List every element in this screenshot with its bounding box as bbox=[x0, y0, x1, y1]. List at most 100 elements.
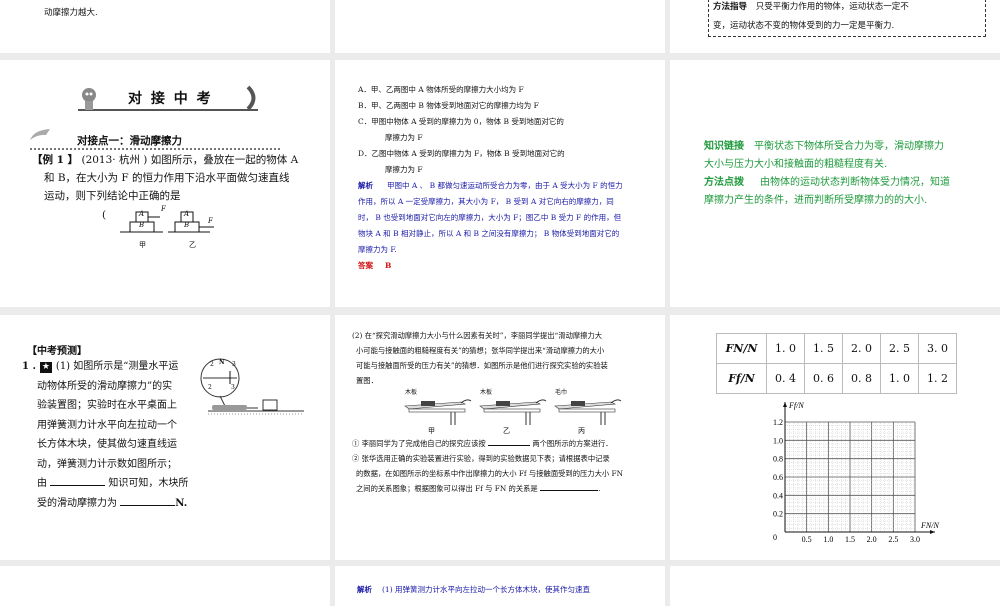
coordinate-chart: 0.5 1.0 1.5 2.0 2.5 3.0 0.2 0.4 0.6 0.8 1.0 1.2 0 FN/… bbox=[773, 401, 939, 544]
blocks-figure bbox=[120, 211, 214, 233]
question-2-text: (2) 在“探究滑动摩擦力大小与什么因素有关时”，李丽同学提出“滑动摩擦力大 小… bbox=[352, 328, 662, 388]
figure-caption: 乙 bbox=[503, 427, 510, 435]
figure-caption: 丙 bbox=[578, 427, 585, 435]
gauge-unit: N bbox=[219, 359, 225, 366]
question-line: 小可能与接触面的粗糙程度有关”的猜想；张华同学提出来“滑动摩擦力的大小 bbox=[356, 346, 605, 355]
option-c: C．甲图中物体 A 受到的摩擦力为 0，物体 B 受到地面对它的 bbox=[358, 117, 564, 126]
method-text: 由物体的运动状态判断物体受力情况，知道 bbox=[760, 177, 950, 188]
question-line: 受的滑动摩擦力为 bbox=[37, 497, 117, 509]
section-title: 【中考预测】 bbox=[27, 346, 87, 357]
question-line: (2) 在“探究滑动摩擦力大小与什么因素有关时”，李丽同学提出“滑动摩擦力大 bbox=[352, 331, 603, 340]
table-row: Ff/N 0. 4 0. 6 0. 8 1. 0 1. 2 bbox=[716, 363, 957, 394]
example-text: 【例 1 】 (2013· 杭州 ) 如图所示，叠放在一起的物体 A 和 B，在… bbox=[32, 151, 322, 205]
analysis-line: 时， B 也受到地面对它向左的摩擦力，大小为 F；图乙中 B 受力 F 的作用，… bbox=[358, 213, 622, 222]
slide-9[interactable]: FN/N 1. 0 1. 5 2. 0 2. 5 3. 0 Ff/N 0. 4 0. 6 0. … bbox=[670, 315, 1000, 560]
gauge-tick: 2 bbox=[208, 384, 212, 391]
x-tick-label: 3.0 bbox=[910, 535, 920, 544]
sub-questions: ① 李丽同学为了完成他自己的探究应该按 两个图所示的方案进行． ② 张华选用正确… bbox=[352, 436, 662, 496]
knowledge-text: 平衡状态下物体所受合力为零，滑动摩擦力 bbox=[754, 141, 944, 152]
question-line: 置图． bbox=[356, 376, 378, 385]
fig-label: F bbox=[161, 205, 166, 213]
slide-5[interactable]: A．甲、乙两图中 A 物体所受的摩擦力大小均为 F B．甲、乙两图中 B 物体受… bbox=[335, 60, 665, 307]
example-line: (2013· 杭州 ) 如图所示，叠放在一起的物体 A bbox=[81, 154, 299, 166]
slide-10[interactable] bbox=[0, 566, 330, 606]
example-line: 运动，则下列结论中正确的是 bbox=[44, 190, 181, 202]
table-cell: 1. 5 bbox=[804, 333, 843, 364]
banner-curl-icon bbox=[246, 85, 256, 111]
option-d: D．乙图中物体 A 受到的摩擦力为 F，物体 B 受到地面对它的 bbox=[358, 149, 565, 158]
blank-1[interactable] bbox=[50, 476, 106, 486]
slide-11[interactable]: 解析 (1) 用弹簧测力计水平向左拉动一个长方体木块，使其作匀速直 bbox=[335, 566, 665, 606]
question-line: 之间的关系图象；根据图象可以得出 Ff 与 FN 的关系是 bbox=[356, 484, 538, 493]
row-header: Ff/N bbox=[716, 363, 767, 394]
x-tick-label: 1.5 bbox=[845, 535, 855, 544]
y-axis-label: Ff/N bbox=[788, 401, 804, 410]
knowledge-block: 知识链接 平衡状态下物体所受合力为零，滑动摩擦力 大小与压力大小和接触面的粗糙程度… bbox=[704, 138, 994, 210]
slide-6[interactable]: 知识链接 平衡状态下物体所受合力为零，滑动摩擦力 大小与压力大小和接触面的粗糙程度… bbox=[670, 60, 1000, 307]
surface-label: 木板 bbox=[405, 389, 418, 396]
slide-8[interactable]: (2) 在“探究滑动摩擦力大小与什么因素有关时”，李丽同学提出“滑动摩擦力大 小… bbox=[335, 315, 665, 560]
analysis-line: 摩擦力为 F. bbox=[358, 245, 397, 254]
star-icon: ★ bbox=[39, 362, 52, 373]
slide-7[interactable]: 【中考预测】 1 . ★ (1) 如图所示是“测量水平运 动物体所受的滑动摩擦力”的… bbox=[0, 315, 330, 560]
blank-3[interactable] bbox=[488, 438, 530, 446]
table-cell: 0. 4 bbox=[766, 363, 805, 394]
slide-2[interactable] bbox=[335, 0, 665, 53]
question-line: 动，弹簧测力计示数如图所示； bbox=[37, 458, 177, 470]
blank-4[interactable] bbox=[540, 483, 599, 491]
y-tick-label: 0.4 bbox=[773, 491, 783, 500]
option-d-cont: 摩擦力为 F bbox=[385, 165, 423, 174]
table-row: FN/N 1. 0 1. 5 2. 0 2. 5 3. 0 bbox=[716, 333, 957, 364]
spring-scale-figure bbox=[200, 358, 304, 415]
gauge-tick: 2 bbox=[210, 361, 214, 368]
surface-label: 木板 bbox=[480, 389, 493, 396]
method-guide-box: 方法指导 只受平衡力作用的物体，运动状态一定不 变，运动状态不变的物体受到的力一… bbox=[708, 0, 986, 37]
row-header: FN/N bbox=[716, 333, 767, 364]
option-c-cont: 摩擦力为 F bbox=[385, 133, 423, 142]
x-tick-label: 0.5 bbox=[802, 535, 812, 544]
x-tick-label: 1.0 bbox=[823, 535, 833, 544]
gauge-tick: 3 bbox=[231, 384, 235, 391]
question-line: 知识可知，木块所 bbox=[108, 478, 189, 489]
question-line: 用弹簧测力计水平向左拉动一个 bbox=[37, 419, 177, 431]
slide-4[interactable]: 对 接 中 考 对接点一：滑动摩擦力 【例 1 】 (2013· 杭州 ) 如图… bbox=[0, 60, 330, 307]
origin-label: 0 bbox=[773, 533, 777, 542]
table-cell: 3. 0 bbox=[918, 333, 957, 364]
analysis-label: 解析 bbox=[358, 181, 373, 190]
table-cell: 2. 5 bbox=[880, 333, 919, 364]
unit-text: N. bbox=[175, 497, 188, 509]
fig-label: F bbox=[208, 217, 213, 225]
slide-3[interactable]: 方法指导 只受平衡力作用的物体，运动状态一定不 变，运动状态不变的物体受到的力一… bbox=[670, 0, 1000, 53]
slide-1[interactable]: 动摩擦力越大. bbox=[0, 0, 330, 53]
question-line: 长方体木块，使其做匀速直线运 bbox=[37, 439, 177, 450]
fig-label: A bbox=[184, 210, 190, 218]
knowledge-text: 大小与压力大小和接触面的粗糙程度有关. bbox=[704, 159, 888, 170]
question-line: 由 bbox=[37, 478, 47, 489]
blank-2[interactable] bbox=[120, 496, 176, 506]
analysis-line: (1) 用弹簧测力计水平向左拉动一个长方体木块，使其作匀速直 bbox=[382, 585, 591, 594]
x-axis-label: FN/N bbox=[920, 521, 939, 530]
method-text: 摩擦力产生的条件，进而判断所受摩擦力的的大小. bbox=[704, 195, 928, 206]
table-cell: 0. 6 bbox=[804, 363, 843, 394]
table-cell: 1. 0 bbox=[766, 333, 805, 364]
y-tick-label: 0.8 bbox=[773, 455, 783, 464]
option-a: A．甲、乙两图中 A 物体所受的摩擦力大小均为 F bbox=[358, 85, 524, 94]
slide-12[interactable] bbox=[670, 566, 1000, 606]
y-tick-label: 0.6 bbox=[773, 473, 783, 482]
data-table: FN/N 1. 0 1. 5 2. 0 2. 5 3. 0 Ff/N 0. 4 0. 6 0. … bbox=[716, 333, 957, 394]
x-arrow-icon bbox=[930, 530, 935, 534]
y-tick-label: 1.2 bbox=[773, 418, 783, 427]
analysis-line: 作用，所以 A 一定受摩擦力，其大小为 F， B 受到 A 对它向右的摩擦力，同 bbox=[358, 197, 614, 206]
example-tag: 【例 1 】 bbox=[32, 154, 79, 166]
fig-label: B bbox=[184, 221, 190, 229]
analysis-text: 解析 (1) 用弹簧测力计水平向左拉动一个长方体木块，使其作匀速直 bbox=[357, 584, 590, 595]
table-figure: 木板 乙 bbox=[478, 389, 548, 435]
slide-text: 动摩擦力越大. bbox=[44, 8, 98, 18]
method-text-2: 变，运动状态不变的物体受到的力一定是平衡力. bbox=[713, 21, 895, 31]
punct: . bbox=[598, 484, 601, 493]
question-line: ① 李丽同学为了完成他自己的探究应该按 bbox=[352, 439, 486, 448]
knowledge-label: 知识链接 bbox=[704, 141, 744, 152]
method-label: 方法点拨 bbox=[704, 177, 744, 188]
question-line: (1) 如图所示是“测量水平运 bbox=[55, 361, 179, 372]
method-label: 方法指导 bbox=[713, 2, 748, 12]
